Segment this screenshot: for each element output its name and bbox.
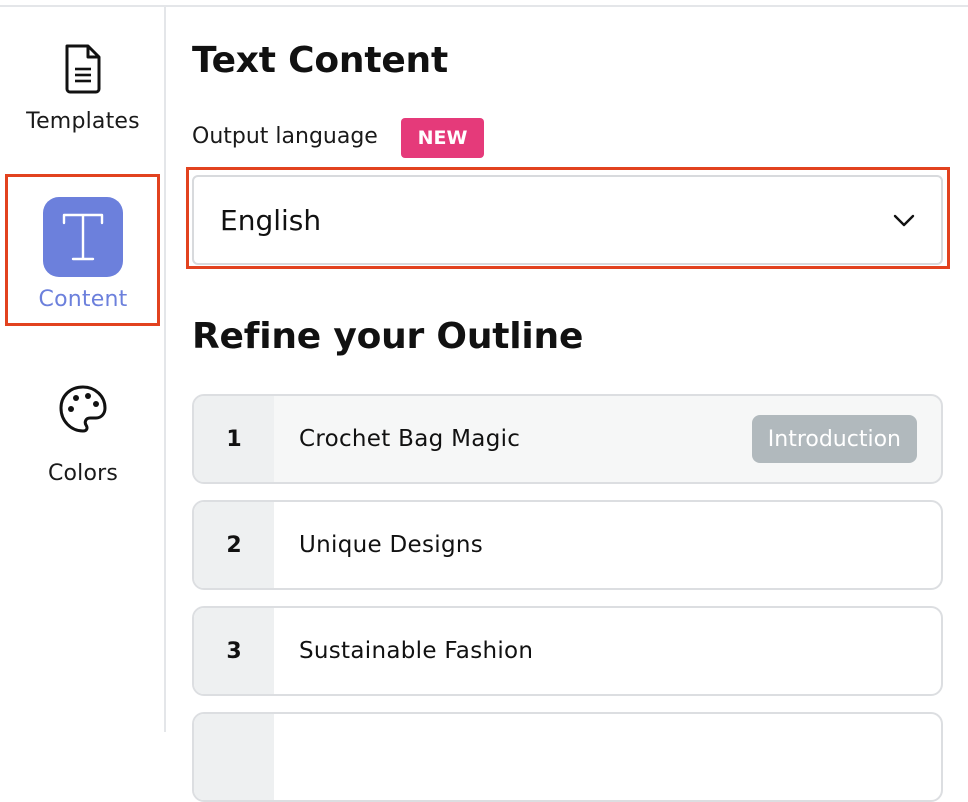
- page-title: Text Content: [192, 40, 448, 81]
- sidebar-item-label: Colors: [47, 461, 119, 486]
- sidebar: Templates Content Colors: [0, 7, 166, 732]
- outline-item-4[interactable]: [192, 712, 943, 802]
- sidebar-item-colors[interactable]: Colors: [0, 383, 166, 493]
- outline-item-number: [194, 714, 274, 800]
- outline-item-1[interactable]: 1 Crochet Bag Magic Introduction: [192, 394, 943, 484]
- outline-item-number: 3: [194, 608, 274, 694]
- sidebar-item-templates[interactable]: Templates: [0, 43, 166, 161]
- output-language-label: Output language: [192, 124, 378, 149]
- sidebar-item-label: Templates: [26, 109, 140, 134]
- outline-item-3[interactable]: 3 Sustainable Fashion: [192, 606, 943, 696]
- outline-item-text[interactable]: Unique Designs: [274, 502, 941, 588]
- outline-item-number: 1: [194, 396, 274, 482]
- outline-item-number: 2: [194, 502, 274, 588]
- highlight-frame-language: [186, 167, 950, 269]
- outline-item-text[interactable]: [274, 714, 941, 800]
- outline-item-2[interactable]: 2 Unique Designs: [192, 500, 943, 590]
- main-panel: Text Content Output language NEW English…: [186, 0, 968, 802]
- outline-item-text[interactable]: Sustainable Fashion: [274, 608, 941, 694]
- document-icon: [65, 44, 101, 94]
- new-badge: NEW: [401, 118, 484, 158]
- outline-item-tag: Introduction: [751, 415, 917, 463]
- highlight-frame-content: [5, 174, 160, 326]
- palette-icon: [59, 385, 107, 433]
- outline-title: Refine your Outline: [192, 316, 584, 357]
